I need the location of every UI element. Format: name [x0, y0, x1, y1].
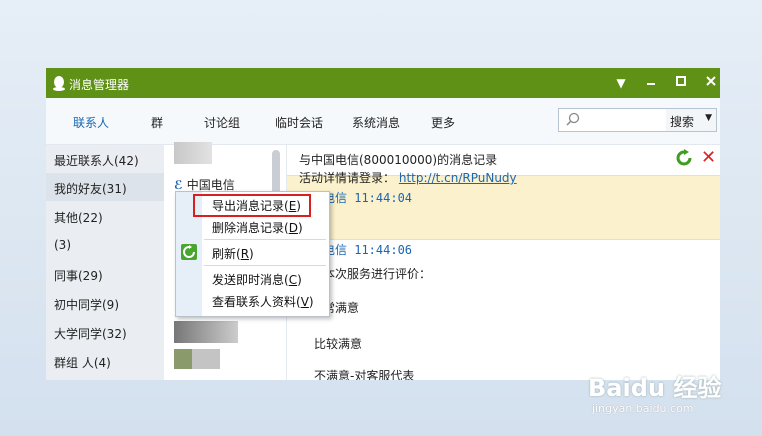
menu-label-end: ) — [297, 221, 303, 235]
avatar[interactable] — [174, 349, 192, 369]
context-menu: 导出消息记录(E) 删除消息记录(D) 刷新(R) 发送即时消息(C) 查看联系… — [175, 191, 330, 317]
category-tabbar: 联系人 群 讨论组 临时会话 系统消息 更多 搜索 ▼ — [46, 98, 720, 145]
tab-system-messages[interactable]: 系统消息 — [352, 114, 400, 131]
group-item[interactable]: 大学同学(32) — [46, 318, 164, 346]
menu-label-end: ) — [249, 247, 254, 261]
group-item[interactable]: 群组 人(4) — [46, 347, 164, 375]
menu-separator — [204, 239, 326, 240]
chevron-down-icon: ▼ — [705, 113, 712, 123]
group-item[interactable]: 初中同学(9) — [46, 289, 164, 317]
menu-item-view-profile[interactable]: 查看联系人资料(V) — [212, 293, 314, 310]
message-body: 活动详情请登录： — [299, 171, 396, 185]
group-label: 同事(29) — [54, 269, 103, 283]
group-item[interactable]: 我的好友(31) — [46, 173, 164, 201]
refresh-icon[interactable] — [675, 149, 693, 167]
menu-label: 发送即时消息( — [212, 273, 289, 287]
menu-label-end: ) — [296, 199, 301, 213]
menu-shortcut: V — [300, 295, 309, 309]
baidu-watermark: Baidu 经验 — [588, 374, 722, 402]
menu-label: 刷新( — [212, 247, 241, 261]
search-button-label: 搜索 — [670, 115, 695, 129]
group-label: 初中同学(9) — [54, 298, 119, 312]
menu-shortcut: C — [288, 273, 298, 287]
group-item[interactable]: (3) — [46, 231, 164, 259]
message-text: 活动详情请登录： http://t.cn/RPuNudy — [299, 169, 517, 186]
menu-label: 导出消息记录( — [212, 199, 289, 213]
avatar[interactable] — [192, 349, 220, 369]
avatar[interactable] — [174, 321, 238, 343]
qq-penguin-icon — [53, 76, 65, 91]
menu-separator — [204, 265, 326, 266]
menu-label: 查看联系人资料( — [212, 295, 301, 309]
group-label: 最近联系人(42) — [54, 154, 139, 168]
group-list: 最近联系人(42) 我的好友(31) 其他(22) (3) 同事(29) 初中同… — [46, 145, 164, 380]
menu-item-delete[interactable]: 删除消息记录(D) — [212, 219, 303, 236]
tab-discussion[interactable]: 讨论组 — [204, 114, 240, 131]
menu-item-refresh[interactable]: 刷新(R) — [212, 245, 254, 262]
group-label: 大学同学(32) — [54, 327, 127, 341]
close-icon[interactable]: ✕ — [701, 147, 716, 168]
maximize-button[interactable] — [672, 74, 690, 92]
search-icon — [566, 112, 580, 126]
tab-more[interactable]: 更多 — [431, 114, 455, 131]
message-history-pane: 与中国电信(800010000)的消息记录 ✕ 活动详情请登录： http://… — [287, 145, 720, 380]
china-telecom-logo-icon: ℰ — [174, 178, 183, 192]
search-input[interactable] — [558, 108, 668, 132]
menu-item-export[interactable]: 导出消息记录(E) — [212, 197, 301, 214]
contact-name: 中国电信 — [186, 178, 235, 192]
tab-groups[interactable]: 群 — [151, 114, 163, 131]
message-sender: 电信 11:44:06 — [323, 243, 413, 257]
title-bar: 消息管理器 ▼ — [46, 68, 720, 98]
group-item[interactable]: 同事(29) — [46, 260, 164, 288]
message-manager-window: 消息管理器 ▼ 联系人 群 讨论组 临时会话 系统消息 更多 搜索 ▼ 最近联系… — [46, 68, 720, 380]
tab-temp-sessions[interactable]: 临时会话 — [275, 114, 323, 131]
group-item[interactable]: 最近联系人(42) — [46, 145, 164, 173]
message-text: 本次服务进行评价： — [323, 267, 432, 281]
menu-item-send-message[interactable]: 发送即时消息(C) — [212, 271, 302, 288]
window-title: 消息管理器 — [69, 78, 130, 92]
menu-label-end: ) — [308, 295, 314, 309]
search-button[interactable]: 搜索 ▼ — [666, 108, 717, 132]
close-button[interactable] — [702, 74, 720, 92]
message-text: 比较满意 — [314, 337, 363, 351]
refresh-icon — [181, 244, 197, 260]
menu-shortcut: R — [240, 247, 250, 261]
group-label: 群组 人(4) — [54, 356, 111, 370]
message-sender: 电信 11:44:04 — [323, 191, 413, 205]
menu-label: 删除消息记录( — [212, 221, 289, 235]
menu-shortcut: D — [288, 221, 298, 235]
baidu-watermark-url: jingyan.baidu.com — [592, 402, 694, 415]
group-item[interactable]: 其他(22) — [46, 202, 164, 230]
tab-contacts[interactable]: 联系人 — [73, 114, 109, 131]
menu-dropdown-icon[interactable]: ▼ — [612, 74, 630, 92]
message-history-title: 与中国电信(800010000)的消息记录 — [299, 153, 498, 167]
avatar[interactable] — [174, 142, 212, 164]
group-label: (3) — [54, 238, 71, 252]
group-label: 我的好友(31) — [54, 182, 127, 196]
message-link[interactable]: http://t.cn/RPuNudy — [399, 171, 517, 185]
message-text: 不满意-对客服代表 — [314, 369, 415, 380]
menu-label-end: ) — [297, 273, 302, 287]
minimize-button[interactable] — [642, 74, 660, 92]
group-label: 其他(22) — [54, 211, 103, 225]
